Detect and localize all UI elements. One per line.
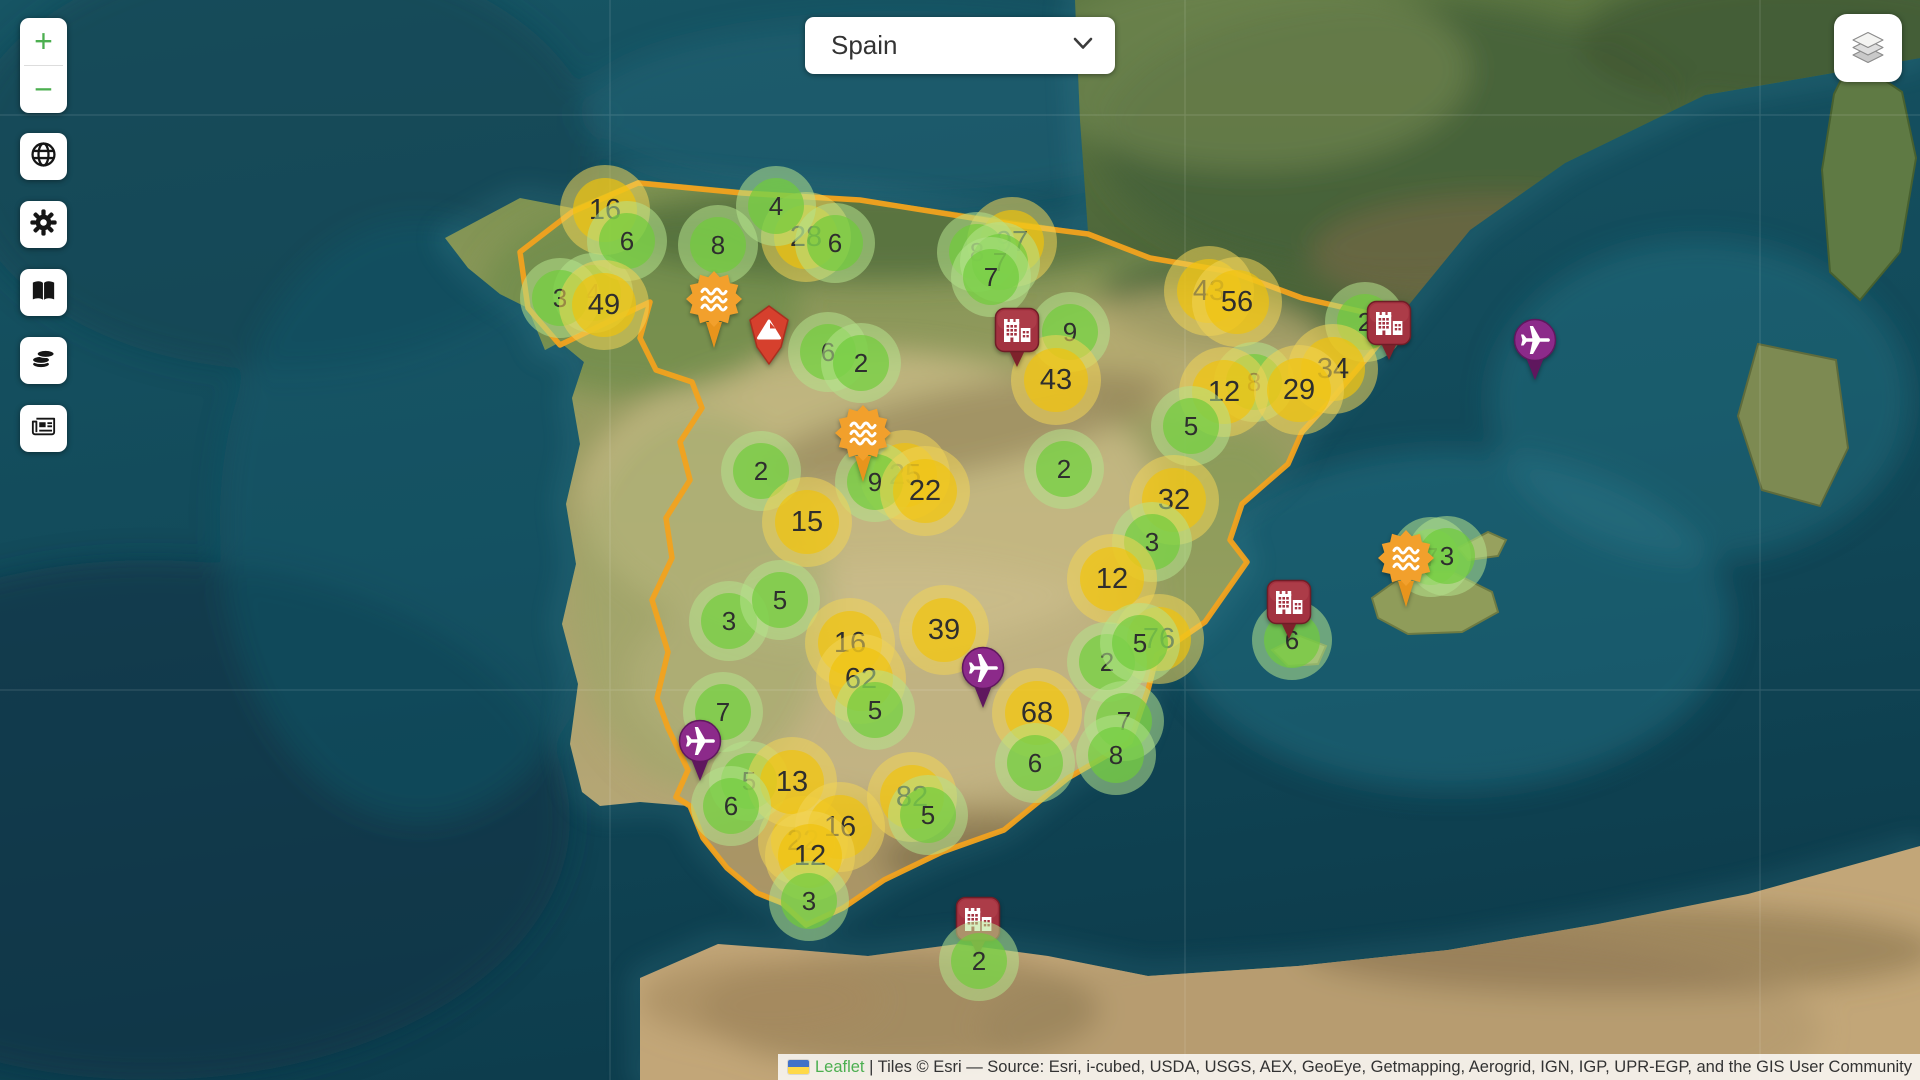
zoom-control: + −: [20, 18, 67, 113]
building-icon: [994, 356, 1040, 373]
cluster-marker[interactable]: 49: [559, 260, 649, 350]
cluster-count: 3: [781, 873, 837, 929]
cluster-count: 29: [1267, 358, 1331, 422]
sea-pin[interactable]: [834, 404, 892, 489]
chevron-down-icon: [1073, 37, 1093, 55]
map-app: 4978728432522827673261668463497625694383…: [0, 0, 1920, 1080]
sidebar-button-book[interactable]: [20, 269, 67, 316]
cluster-count: 5: [752, 572, 808, 628]
waves-icon: [685, 337, 743, 354]
airport-pin[interactable]: [1512, 318, 1558, 387]
cluster-marker[interactable]: 2: [821, 323, 901, 403]
cluster-marker[interactable]: 6: [995, 723, 1075, 803]
cluster-count: 56: [1205, 270, 1269, 334]
cluster-marker[interactable]: 2: [939, 921, 1019, 1001]
cluster-count: 15: [775, 490, 839, 554]
gear-icon: [30, 209, 57, 241]
cluster-marker[interactable]: 5: [1151, 386, 1231, 466]
cluster-marker[interactable]: 15: [762, 477, 852, 567]
cluster-marker[interactable]: 3: [769, 861, 849, 941]
sidebar-button-gear[interactable]: [20, 201, 67, 248]
newspaper-icon: [30, 413, 57, 445]
cluster-marker[interactable]: 7: [951, 237, 1031, 317]
sidebar-button-globe[interactable]: [20, 133, 67, 180]
cluster-count: 5: [1112, 615, 1168, 671]
sea-pin[interactable]: [685, 270, 743, 355]
airplane-icon: [1512, 369, 1558, 386]
sidebar-button-newspaper[interactable]: [20, 405, 67, 452]
zoom-out-button[interactable]: −: [20, 66, 67, 113]
cluster-marker[interactable]: 2: [1024, 429, 1104, 509]
cluster-marker[interactable]: 22: [880, 446, 970, 536]
layers-icon: [1850, 28, 1886, 69]
cluster-count: 2: [951, 933, 1007, 989]
building-icon: [1366, 349, 1412, 366]
country-select-value: Spain: [831, 30, 898, 61]
cluster-marker[interactable]: 5: [888, 775, 968, 855]
cluster-count: 49: [572, 273, 636, 337]
country-select[interactable]: Spain: [805, 17, 1115, 74]
cluster-count: 12: [1080, 547, 1144, 611]
waves-icon: [834, 471, 892, 488]
cluster-marker[interactable]: 56: [1192, 257, 1282, 347]
cluster-count: 2: [1036, 441, 1092, 497]
city-pin[interactable]: [994, 307, 1040, 374]
attribution-bar: Leaflet | Tiles © Esri — Source: Esri, i…: [778, 1054, 1920, 1080]
cluster-marker[interactable]: 5: [835, 670, 915, 750]
city-pin[interactable]: [1266, 579, 1312, 646]
cluster-count: 5: [900, 787, 956, 843]
cluster-count: 4: [748, 178, 804, 234]
airplane-icon: [960, 697, 1006, 714]
sea-pin[interactable]: [1377, 529, 1435, 614]
cluster-marker[interactable]: 8: [1076, 715, 1156, 795]
mountain-pin[interactable]: [747, 304, 791, 371]
cluster-marker[interactable]: 6: [795, 203, 875, 283]
globe-icon: [30, 141, 57, 173]
cluster-count: 5: [1163, 398, 1219, 454]
cluster-count: 6: [807, 215, 863, 271]
leaflet-link[interactable]: Leaflet: [815, 1058, 865, 1077]
cluster-marker[interactable]: 5: [1100, 603, 1180, 683]
building-icon: [1266, 628, 1312, 645]
city-pin[interactable]: [1366, 300, 1412, 367]
zoom-in-button[interactable]: +: [20, 18, 67, 65]
cluster-marker[interactable]: 29: [1254, 345, 1344, 435]
mountain-icon: [747, 353, 791, 370]
coins-icon: [30, 345, 57, 377]
cluster-count: 8: [1088, 727, 1144, 783]
sidebar-toolbar: [20, 133, 67, 452]
waves-icon: [1377, 596, 1435, 613]
layers-control[interactable]: [1834, 14, 1902, 82]
airplane-icon: [677, 770, 723, 787]
cluster-count: 5: [847, 682, 903, 738]
cluster-count: 7: [963, 249, 1019, 305]
airport-pin[interactable]: [960, 646, 1006, 715]
book-icon: [30, 277, 57, 309]
cluster-count: 2: [833, 335, 889, 391]
cluster-count: 6: [1007, 735, 1063, 791]
cluster-count: 8: [690, 217, 746, 273]
airport-pin[interactable]: [677, 719, 723, 788]
sidebar-button-coins[interactable]: [20, 337, 67, 384]
ukraine-flag-icon: [788, 1060, 809, 1074]
attribution-text: | Tiles © Esri — Source: Esri, i-cubed, …: [865, 1058, 1912, 1077]
cluster-count: 22: [893, 459, 957, 523]
